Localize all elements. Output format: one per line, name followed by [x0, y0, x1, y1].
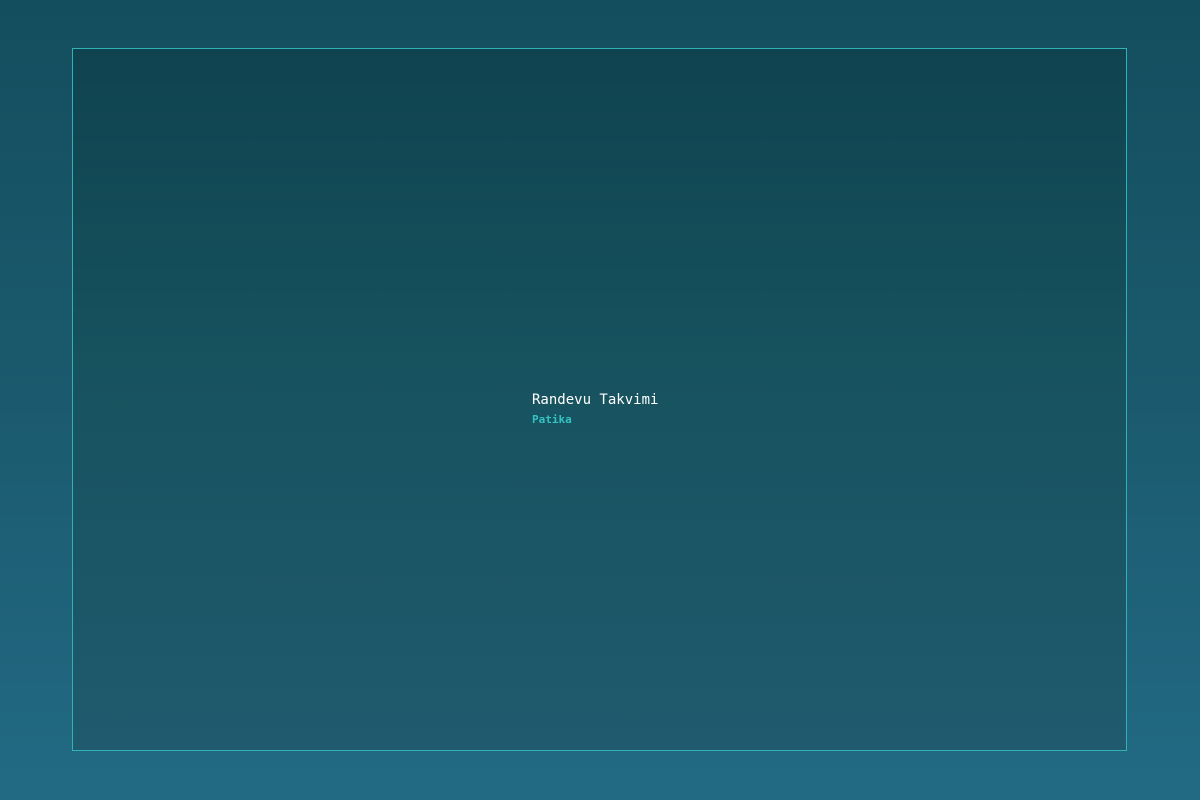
splash-title-block: Randevu Takvimi Patika — [532, 391, 658, 427]
app-frame: Randevu Takvimi Patika — [72, 48, 1127, 751]
app-title: Randevu Takvimi — [532, 392, 659, 408]
app-subtitle: Patika — [532, 413, 572, 426]
